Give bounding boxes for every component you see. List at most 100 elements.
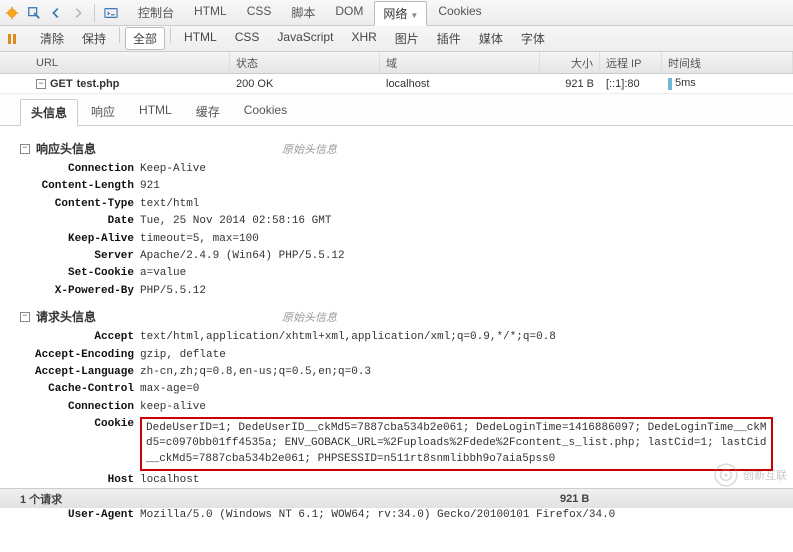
toolbar-separator	[94, 4, 95, 22]
filter-HTML[interactable]: HTML	[176, 27, 225, 50]
header-value: PHP/5.5.12	[140, 284, 206, 299]
request-status: 200 OK	[230, 78, 380, 90]
firebug-icon[interactable]	[4, 5, 20, 21]
header-row: ServerApache/2.4.9 (Win64) PHP/5.5.12	[20, 248, 773, 265]
header-value: timeout=5, max=100	[140, 232, 259, 247]
header-row: ConnectionKeep-Alive	[20, 161, 773, 178]
console-icon[interactable]	[103, 5, 119, 21]
filter-插件[interactable]: 插件	[429, 27, 469, 50]
filter-全部[interactable]: 全部	[125, 27, 165, 50]
header-row: Accept-Languagezh-cn,zh;q=0.8,en-us;q=0.…	[20, 364, 773, 381]
header-name: Accept-Language	[20, 365, 140, 380]
inspect-icon[interactable]	[26, 5, 42, 21]
header-value: DedeUserID=1; DedeUserID__ckMd5=7887cba5…	[140, 417, 773, 471]
col-status[interactable]: 状态	[230, 52, 380, 73]
request-size: 921 B	[540, 78, 600, 90]
headers-panel: − 响应头信息 原始头信息 ConnectionKeep-AliveConten…	[0, 126, 793, 530]
detail-tab-HTML[interactable]: HTML	[128, 98, 183, 125]
header-row: Content-Typetext/html	[20, 196, 773, 213]
header-row: Connectionkeep-alive	[20, 399, 773, 416]
network-sub-toolbar: 清除保持全部 HTMLCSSJavaScriptXHR图片插件媒体字体	[0, 26, 793, 52]
detail-tab-缓存[interactable]: 缓存	[185, 98, 231, 125]
header-row: Keep-Alivetimeout=5, max=100	[20, 231, 773, 248]
pause-icon[interactable]	[4, 31, 20, 47]
header-name: Content-Length	[20, 179, 140, 194]
header-value: max-age=0	[140, 382, 199, 397]
header-value: text/html	[140, 197, 199, 212]
request-time: 5ms	[662, 77, 793, 89]
col-domain[interactable]: 域	[380, 52, 540, 73]
col-ip[interactable]: 远程 IP	[600, 52, 662, 73]
main-tab-HTML[interactable]: HTML	[185, 0, 236, 25]
raw-headers-link[interactable]: 原始头信息	[282, 309, 337, 325]
header-row: X-Powered-ByPHP/5.5.12	[20, 283, 773, 300]
header-name: User-Agent	[20, 508, 140, 523]
status-request-count: 1 个请求	[20, 491, 560, 507]
watermark: 创新互联	[713, 462, 787, 488]
header-value: a=value	[140, 266, 186, 281]
header-row: Set-Cookiea=value	[20, 265, 773, 282]
detail-tab-Cookies[interactable]: Cookies	[233, 98, 298, 125]
header-value: 921	[140, 179, 160, 194]
filter-JavaScript[interactable]: JavaScript	[269, 27, 341, 50]
main-tab-控制台[interactable]: 控制台	[129, 0, 183, 25]
main-tab-DOM[interactable]: DOM	[326, 0, 372, 25]
header-name: Accept	[20, 330, 140, 345]
header-name: Date	[20, 214, 140, 229]
filter-CSS[interactable]: CSS	[227, 27, 268, 50]
forward-icon[interactable]	[70, 5, 86, 21]
back-icon[interactable]	[48, 5, 64, 21]
header-name: Cache-Control	[20, 382, 140, 397]
status-size: 921 B	[560, 493, 589, 505]
request-method: GET	[50, 78, 73, 90]
header-value: localhost	[140, 473, 199, 488]
header-row: Cache-Controlmax-age=0	[20, 381, 773, 398]
main-tab-网络[interactable]: 网络▼	[374, 1, 427, 26]
request-domain: localhost	[380, 78, 540, 90]
header-row: Accepttext/html,application/xhtml+xml,ap…	[20, 329, 773, 346]
collapse-icon[interactable]: −	[20, 312, 30, 322]
response-headers-section[interactable]: − 响应头信息 原始头信息	[20, 136, 773, 161]
request-row[interactable]: − GET test.php 200 OK localhost 921 B [:…	[0, 74, 793, 94]
header-name: Cookie	[20, 417, 140, 471]
detail-tab-响应[interactable]: 响应	[80, 98, 126, 125]
header-value: gzip, deflate	[140, 348, 226, 363]
col-url[interactable]: URL	[0, 52, 230, 73]
header-row: User-AgentMozilla/5.0 (Windows NT 6.1; W…	[20, 507, 773, 524]
col-size[interactable]: 大小	[540, 52, 600, 73]
header-row: CookieDedeUserID=1; DedeUserID__ckMd5=78…	[20, 416, 773, 472]
status-bar: 1 个请求 921 B	[0, 488, 793, 508]
detail-tab-头信息[interactable]: 头信息	[20, 99, 78, 126]
header-value: zh-cn,zh;q=0.8,en-us;q=0.5,en;q=0.3	[140, 365, 371, 380]
main-toolbar: 控制台HTMLCSS脚本DOM网络▼Cookies	[0, 0, 793, 26]
header-name: Host	[20, 473, 140, 488]
section-title: 响应头信息	[36, 140, 96, 157]
main-tab-脚本[interactable]: 脚本	[282, 0, 324, 25]
header-name: Content-Type	[20, 197, 140, 212]
filter-字体[interactable]: 字体	[513, 27, 553, 50]
collapse-icon[interactable]: −	[20, 144, 30, 154]
request-headers-section[interactable]: − 请求头信息 原始头信息	[20, 304, 773, 329]
main-tab-Cookies[interactable]: Cookies	[429, 0, 490, 25]
filter-保持[interactable]: 保持	[74, 27, 114, 50]
header-name: Server	[20, 249, 140, 264]
header-row: DateTue, 25 Nov 2014 02:58:16 GMT	[20, 213, 773, 230]
header-value: Tue, 25 Nov 2014 02:58:16 GMT	[140, 214, 331, 229]
main-tab-CSS[interactable]: CSS	[238, 0, 281, 25]
collapse-icon[interactable]: −	[36, 79, 46, 89]
header-row: Accept-Encodinggzip, deflate	[20, 347, 773, 364]
header-name: Set-Cookie	[20, 266, 140, 281]
filter-清除[interactable]: 清除	[32, 27, 72, 50]
header-value: Mozilla/5.0 (Windows NT 6.1; WOW64; rv:3…	[140, 508, 615, 523]
header-value: Keep-Alive	[140, 162, 206, 177]
header-name: Connection	[20, 400, 140, 415]
header-name: X-Powered-By	[20, 284, 140, 299]
request-ip: [::1]:80	[600, 78, 662, 90]
filter-图片[interactable]: 图片	[387, 27, 427, 50]
header-value: keep-alive	[140, 400, 206, 415]
col-timeline[interactable]: 时间线	[662, 52, 793, 73]
filter-媒体[interactable]: 媒体	[471, 27, 511, 50]
raw-headers-link[interactable]: 原始头信息	[282, 141, 337, 157]
filter-XHR[interactable]: XHR	[343, 27, 384, 50]
request-table-header: URL 状态 域 大小 远程 IP 时间线	[0, 52, 793, 74]
